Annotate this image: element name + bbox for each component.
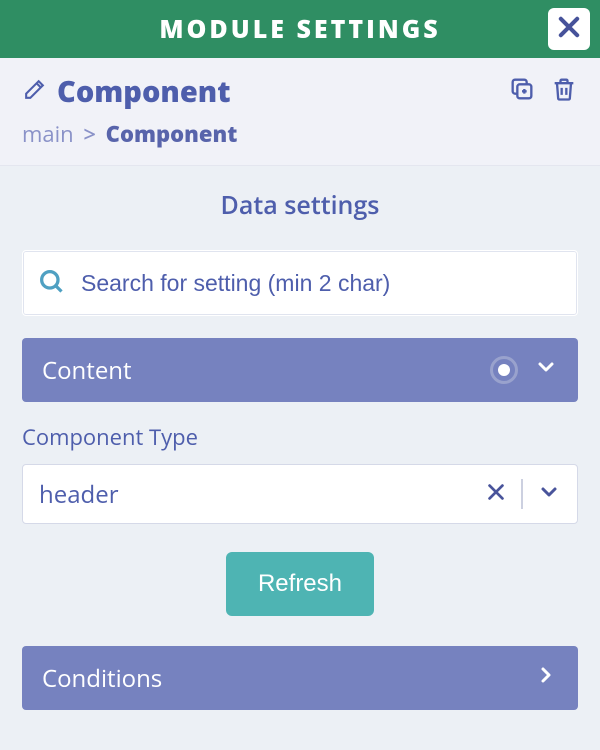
chevron-right-icon	[534, 662, 558, 695]
section-title: Data settings	[0, 188, 600, 222]
header-bar: MODULE SETTINGS	[0, 0, 600, 58]
search-icon	[37, 267, 65, 300]
button-row: Refresh	[22, 552, 578, 616]
divider	[521, 479, 523, 509]
accordion-content[interactable]: Content	[22, 338, 578, 402]
accordion-content-label: Content	[42, 354, 132, 387]
component-type-label: Component Type	[22, 422, 578, 452]
pencil-icon[interactable]	[22, 77, 47, 107]
component-type-select[interactable]: header	[22, 464, 578, 524]
breadcrumb-separator: >	[83, 119, 96, 149]
title-actions	[508, 75, 578, 108]
chevron-down-icon[interactable]	[537, 480, 561, 509]
accordion-conditions-label: Conditions	[42, 662, 162, 695]
breadcrumb-current: Component	[106, 119, 238, 149]
panel-body: Content Component Type header Refresh Co…	[0, 250, 600, 710]
refresh-button[interactable]: Refresh	[226, 552, 374, 616]
close-icon	[555, 13, 583, 46]
header-title: MODULE SETTINGS	[159, 12, 440, 46]
clear-icon[interactable]	[485, 481, 507, 508]
accordion-conditions[interactable]: Conditions	[22, 646, 578, 710]
chevron-down-icon	[534, 354, 558, 387]
component-title: Component	[57, 72, 508, 111]
duplicate-icon[interactable]	[508, 75, 536, 108]
title-row: Component	[22, 72, 578, 111]
trash-icon[interactable]	[550, 75, 578, 108]
close-button[interactable]	[548, 8, 590, 50]
radio-indicator-icon	[490, 356, 518, 384]
subheader: Component main > Component	[0, 58, 600, 166]
breadcrumb: main > Component	[22, 119, 578, 149]
component-type-value: header	[39, 478, 485, 511]
search-input[interactable]	[81, 251, 577, 315]
search-box[interactable]	[22, 250, 578, 316]
breadcrumb-root[interactable]: main	[22, 119, 74, 149]
